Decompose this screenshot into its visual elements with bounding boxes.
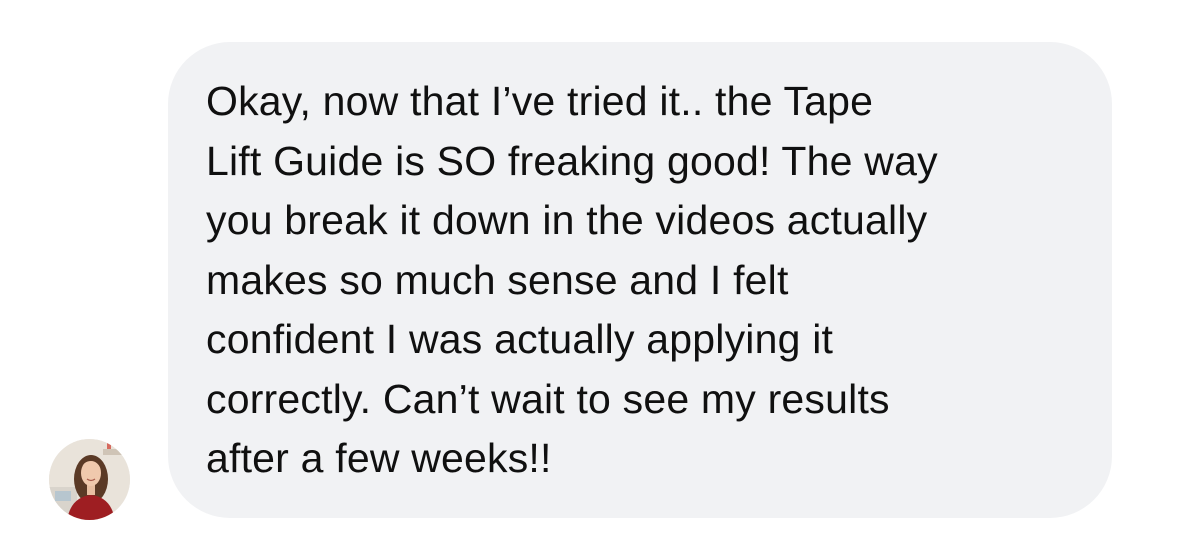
message-line: you break it down in the videos actually bbox=[206, 197, 928, 243]
sender-avatar[interactable] bbox=[49, 439, 130, 520]
chat-thread: Okay, now that I’ve tried it.. the Tape … bbox=[0, 0, 1203, 545]
message-line: confident I was actually applying it bbox=[206, 316, 834, 362]
message-line: makes so much sense and I felt bbox=[206, 256, 789, 303]
message-line: Lift Guide is SO freaking good! The way bbox=[206, 137, 938, 184]
message-line: after a few weeks!! bbox=[206, 435, 552, 481]
person-photo-avatar-icon bbox=[49, 439, 130, 520]
message-line: Okay, now that I’ve tried it.. the Tape bbox=[206, 78, 874, 124]
message-line: correctly. Can’t wait to see my results bbox=[206, 375, 890, 422]
message-text: Okay, now that I’ve tried it.. the Tape … bbox=[206, 72, 1086, 489]
